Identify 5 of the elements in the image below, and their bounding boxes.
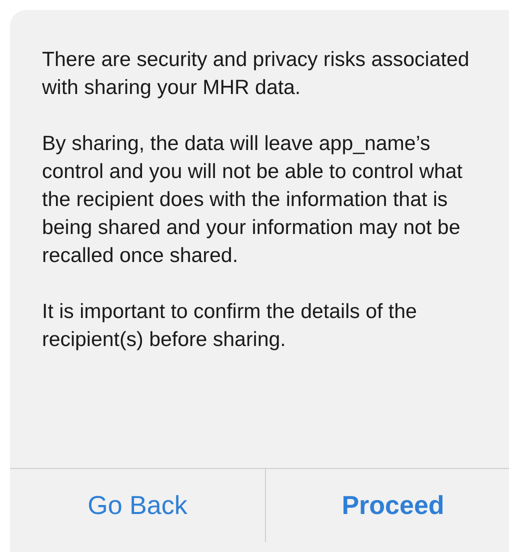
message-text: By sharing, the data will leave app_name’s control and you will not be able to control what the recipient does with the information that is being shared and your information may not be recalled once shared. — [42, 131, 464, 269]
proceed-button[interactable]: Proceed — [342, 486, 444, 525]
message-text: It is important to confirm the details of the recipient(s) before sharing. — [42, 299, 418, 353]
go-back-button[interactable]: Go Back — [88, 486, 188, 525]
message-text: There are security and privacy risks associated with sharing your MHR data. — [42, 47, 470, 101]
